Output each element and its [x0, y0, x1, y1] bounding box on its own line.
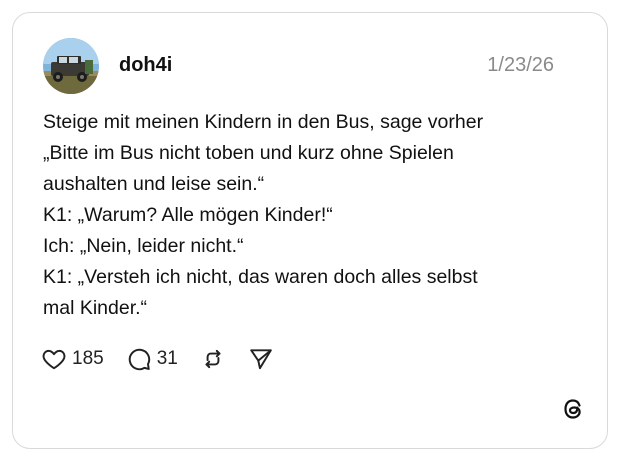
post-line: aushalten und leise sein.“ — [43, 173, 265, 195]
post-line: „Bitte im Bus nicht toben und kurz ohne … — [43, 142, 454, 164]
post-date: 1/23/26 — [487, 54, 554, 76]
username[interactable]: doh4i — [119, 53, 172, 77]
post-line: K1: „Warum? Alle mögen Kinder!“ — [43, 204, 333, 226]
post-body: Steige mit meinen Kindern in den Bus, sa… — [43, 107, 583, 324]
share-button[interactable] — [248, 346, 274, 372]
post-line: Ich: „Nein, leider nicht.“ — [43, 235, 244, 257]
action-bar: 185 31 — [41, 344, 296, 374]
post-line: mal Kinder.“ — [43, 297, 148, 319]
avatar-image — [43, 38, 99, 94]
like-count: 185 — [72, 348, 104, 369]
avatar[interactable] — [43, 38, 99, 94]
send-icon — [250, 349, 272, 370]
post-line: Steige mit meinen Kindern in den Bus, sa… — [43, 111, 484, 133]
repost-icon — [205, 349, 221, 369]
comment-count: 31 — [156, 348, 178, 369]
repost-button[interactable] — [200, 346, 226, 372]
comment-bubble-icon — [128, 348, 150, 371]
heart-icon — [42, 349, 66, 370]
post-line: K1: „Versteh ich nicht, das waren doch a… — [43, 266, 478, 288]
threads-logo-glyph — [564, 399, 581, 419]
post-card: doh4i 1/23/26 Steige mit meinen Kindern … — [12, 12, 608, 449]
comment-button[interactable]: 31 — [126, 346, 178, 372]
like-button[interactable]: 185 — [41, 346, 104, 372]
threads-logo-icon[interactable] — [560, 396, 586, 422]
